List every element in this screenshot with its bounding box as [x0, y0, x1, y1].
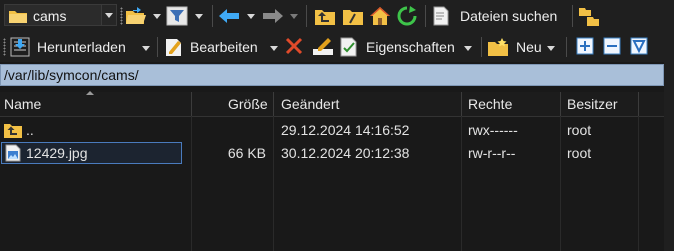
plus-icon [576, 37, 594, 55]
search-file-icon [433, 6, 449, 26]
address-bar[interactable]: /var/lib/symcon/cams/ [0, 64, 664, 86]
delete-button[interactable] [285, 37, 305, 57]
list-item-file[interactable]: 12429.jpg 66 KB 30.12.2024 20:12:38 rw-r… [0, 142, 664, 164]
filter-selection-button[interactable] [630, 37, 648, 55]
download-button[interactable]: Herunterladen [10, 35, 153, 59]
file-size: 66 KB [227, 145, 266, 161]
file-rights: rw-r--r-- [468, 145, 516, 161]
delete-icon [285, 37, 303, 55]
refresh-icon [397, 6, 417, 26]
edit-button[interactable]: Bearbeiten [164, 35, 284, 59]
arrow-right-icon [263, 9, 283, 23]
file-modified: 30.12.2024 20:12:38 [281, 145, 410, 161]
column-header-size[interactable]: Größe [228, 96, 268, 112]
list-item-parent-directory[interactable]: .. 29.12.2024 14:16:52 rwx------ root [0, 119, 664, 141]
back-button[interactable] [218, 5, 258, 27]
new-folder-icon [488, 38, 508, 56]
parent-folder-icon [315, 10, 335, 25]
column-header-owner[interactable]: Besitzer [567, 96, 618, 112]
home-icon [370, 7, 390, 25]
parent-folder-button[interactable] [314, 6, 336, 26]
filter-button[interactable] [166, 5, 206, 27]
new-label: Neu [516, 39, 542, 55]
synchronize-button[interactable] [578, 5, 600, 27]
file-rights: rwx------ [468, 122, 518, 138]
open-folder-icon [126, 7, 146, 24]
properties-button[interactable]: Eigenschaften [340, 35, 477, 59]
root-folder-icon [343, 10, 363, 25]
location-combo[interactable]: cams [4, 4, 117, 26]
vertical-scrollbar[interactable] [664, 62, 674, 251]
file-name: .. [26, 122, 34, 138]
open-folder-button[interactable] [125, 5, 161, 27]
main-toolbar: cams Dateien suchen [0, 0, 674, 32]
collapse-all-button[interactable] [603, 37, 621, 55]
properties-icon [340, 37, 357, 57]
properties-label: Eigenschaften [366, 39, 455, 55]
address-path: /var/lib/symcon/cams/ [4, 67, 139, 83]
expand-all-button[interactable] [576, 37, 594, 55]
action-toolbar: Herunterladen Bearbeiten Eigenschaften N… [0, 32, 674, 62]
funnel-icon [630, 37, 648, 55]
folder-icon [9, 11, 27, 23]
edit-icon [166, 39, 181, 56]
refresh-button[interactable] [396, 5, 418, 27]
column-header-rights[interactable]: Rechte [468, 96, 512, 112]
download-label: Herunterladen [37, 39, 126, 55]
rename-button[interactable] [312, 36, 334, 58]
rename-icon [313, 38, 333, 55]
file-list-header: Name Größe Geändert Rechte Besitzer [0, 91, 664, 117]
location-combo-value: cams [33, 8, 67, 24]
minus-icon [603, 37, 621, 55]
column-header-modified[interactable]: Geändert [281, 96, 339, 112]
file-name: 12429.jpg [26, 145, 88, 161]
file-owner: root [567, 145, 592, 161]
synchronize-icon [579, 8, 599, 26]
location-combo-dropdown[interactable] [101, 5, 116, 25]
search-files-button[interactable]: Dateien suchen [432, 5, 568, 27]
filter-icon [166, 6, 188, 26]
new-button[interactable]: Neu [487, 35, 561, 59]
file-owner: root [567, 122, 592, 138]
download-icon [10, 37, 30, 57]
file-modified: 29.12.2024 14:16:52 [281, 122, 410, 138]
search-files-label: Dateien suchen [460, 8, 558, 24]
sort-ascending-icon [86, 91, 94, 95]
image-file-icon [5, 144, 21, 162]
parent-folder-icon [4, 124, 22, 138]
column-header-name[interactable]: Name [4, 96, 41, 112]
arrow-left-icon [219, 9, 239, 23]
root-folder-button[interactable] [342, 6, 364, 26]
home-button[interactable] [369, 5, 391, 27]
forward-button[interactable] [262, 5, 302, 27]
edit-label: Bearbeiten [190, 39, 258, 55]
